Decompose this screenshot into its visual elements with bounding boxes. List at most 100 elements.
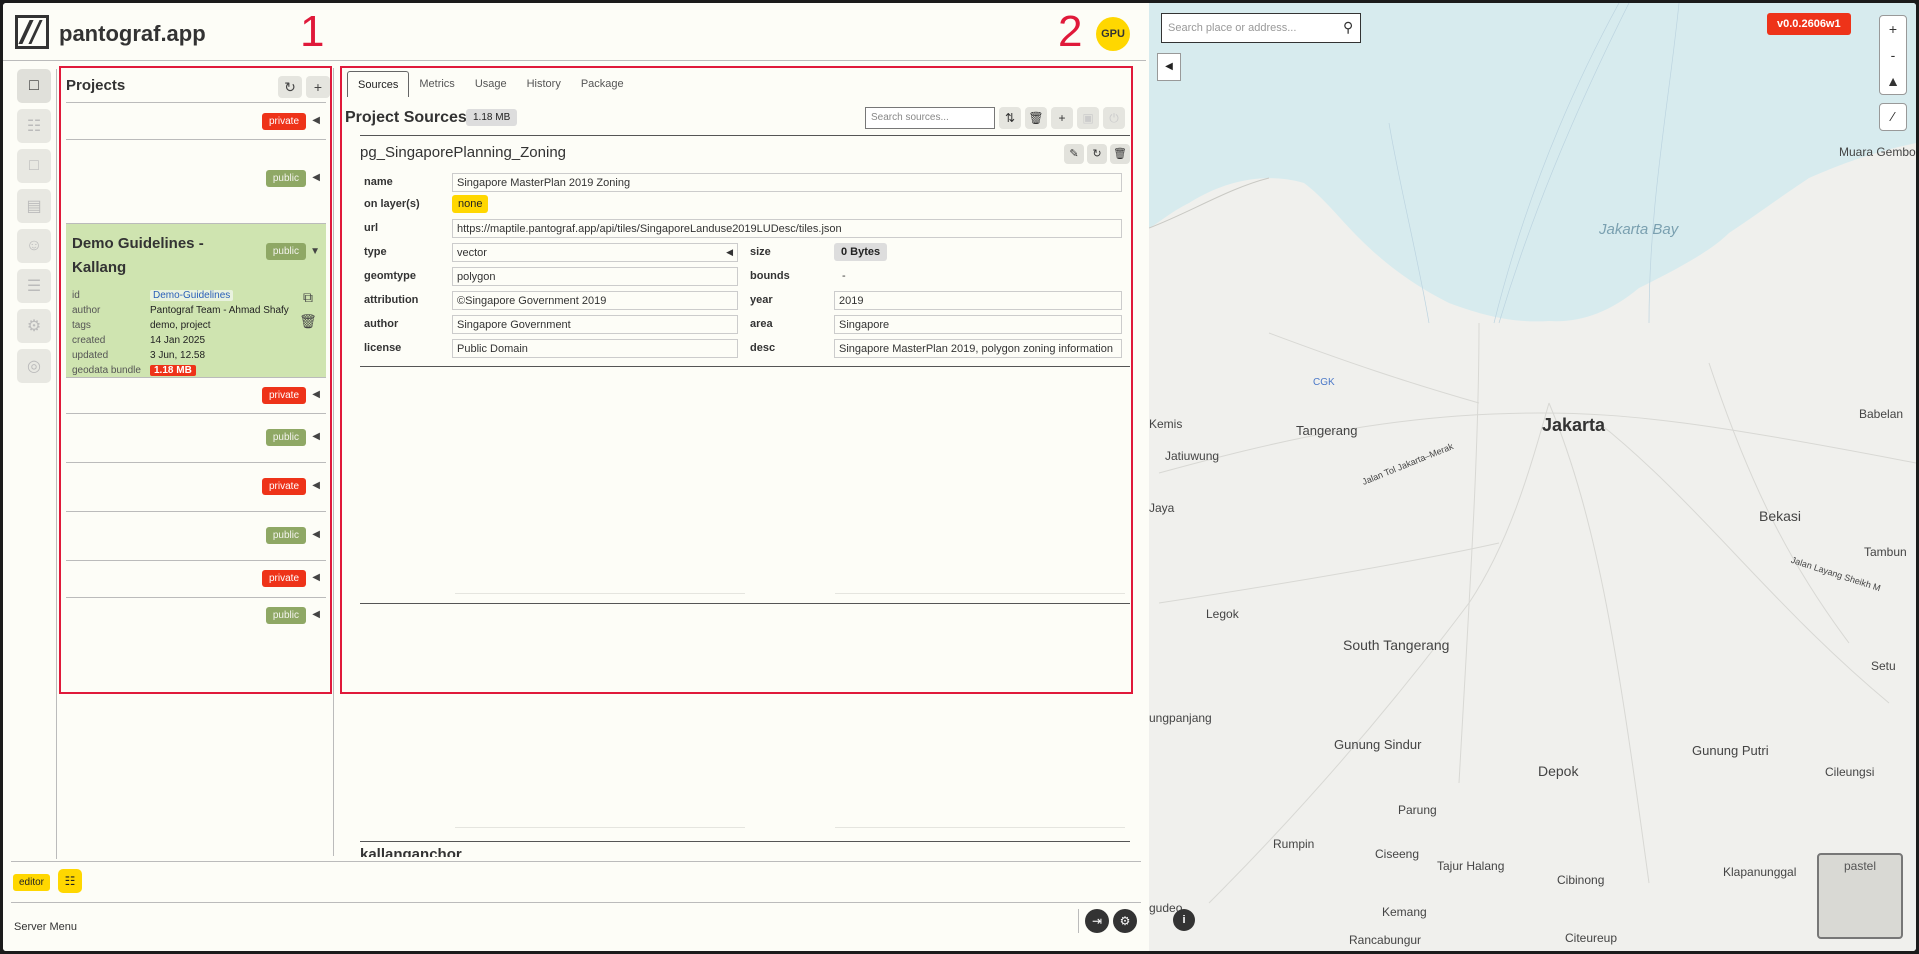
sort-icon[interactable]: ⇅ [999,107,1021,129]
search-sources-input[interactable]: Search sources... [865,107,995,129]
trash-icon[interactable]: 🗑 [1025,107,1047,129]
tab-usage[interactable]: Usage [465,71,517,97]
field-name[interactable]: Singapore MasterPlan 2019 Zoning [452,172,1122,192]
document-icon[interactable]: ☰ [17,269,51,303]
map-search-input[interactable]: Search place or address... [1161,13,1361,43]
ruler-icon[interactable]: ∕ [1879,103,1907,131]
disc-icon[interactable]: ◎ [17,349,51,383]
map-icon[interactable]: ▤ [17,189,51,223]
editor-badge[interactable]: editor [13,874,51,891]
compass-icon[interactable]: ▲ [1880,68,1906,94]
project-row[interactable]: private ◀ [66,377,326,413]
field-year[interactable]: 2019 [834,290,1122,310]
map-label: Kemang [1382,905,1427,919]
database-icon[interactable]: ☷ [17,109,51,143]
map-label: ungpanjang [1149,711,1212,725]
sources-panel: Sources Metrics Usage History Package Pr… [345,67,1133,857]
tab-history[interactable]: History [517,71,571,97]
source-card: pg_SingaporePlanning_Zoning ✎ ↻ 🗑 name S… [360,135,1130,367]
map-label: Cibinong [1557,873,1605,887]
tab-sources[interactable]: Sources [347,71,410,97]
visibility-badge: public [265,170,306,187]
field-area[interactable]: Singapore [834,314,1122,334]
gpu-badge[interactable]: GPU [1096,17,1130,51]
project-row-selected[interactable]: Demo Guidelines - Kallang public ▼ id Dem… [66,223,326,377]
caret-left-icon[interactable]: ◀ [312,529,320,540]
map-label: CGK [1313,377,1335,388]
footer-bar: editor ☷ [11,861,1141,903]
visibility-badge: public [265,429,306,446]
version-badge: v0.0.2606w1 [1767,13,1851,35]
power-icon[interactable]: ⏻ [1103,107,1125,129]
field-type[interactable]: vector ◀ [452,242,738,262]
map-label: Klapanunggal [1723,865,1797,879]
folder-icon[interactable]: □ [17,149,51,183]
user-icon[interactable]: ☺ [17,229,51,263]
field-geomtype[interactable]: polygon [452,266,738,286]
caret-left-icon[interactable]: ◀ [312,572,320,583]
database-icon[interactable]: ☷ [58,869,82,893]
project-row[interactable]: private ◀ [66,560,326,597]
tab-metrics[interactable]: Metrics [409,71,464,97]
edit-icon[interactable]: ✎ [1064,144,1084,164]
project-row[interactable]: public ◀ [66,597,326,633]
field-license[interactable]: Public Domain [452,338,738,358]
refresh-icon[interactable]: ↻ [278,76,302,98]
sources-title: Project Sources [345,109,467,126]
caret-down-icon[interactable]: ▼ [310,246,320,257]
map-label: Parung [1398,803,1437,817]
cube-icon[interactable]: □ [17,69,51,103]
visibility-badge: private [261,570,306,587]
add-icon[interactable]: + [1051,107,1073,129]
project-name: Demo Guidelines - Kallang [72,235,204,276]
caret-left-icon[interactable]: ◀ [312,172,320,183]
project-id[interactable]: Demo-Guidelines [150,290,234,301]
project-meta: id Demo-Guidelines author Pantograf Team -… [72,290,289,376]
gear-icon[interactable]: ⚙ [17,309,51,343]
sidebar: □ ☷ □ ▤ ☺ ☰ ⚙ ◎ [13,69,57,859]
zoom-in-button[interactable]: + [1880,16,1906,42]
source-name: kallanganchor [360,846,462,857]
project-row[interactable]: private ◀ [66,462,326,511]
map-label: Jatiuwung [1165,449,1220,463]
map-label: Rumpin [1273,837,1315,851]
collapse-panel-button[interactable]: ◀ [1157,53,1181,81]
save-icon[interactable]: ▣ [1077,107,1099,129]
trash-icon[interactable]: 🗑 [1110,144,1130,164]
project-row[interactable]: public ◀ [66,511,326,560]
server-menu[interactable]: Server Menu [14,921,77,933]
basemap-label: pastel [1843,859,1877,873]
caret-left-icon[interactable]: ◀ [312,431,320,442]
map-label: Cileungsi [1825,765,1875,779]
field-url[interactable]: https://maptile.pantograf.app/api/tiles/… [452,218,1122,238]
info-button[interactable]: i [1173,909,1195,931]
search-icon[interactable]: ⚲ [1343,19,1353,36]
copy-icon[interactable]: ⧉ [296,286,320,308]
map-canvas[interactable] [1149,3,1916,951]
add-project-icon[interactable]: + [306,76,330,98]
caret-left-icon[interactable]: ◀ [312,389,320,400]
visibility-badge: public [265,243,306,260]
trash-icon[interactable]: 🗑 [296,310,320,332]
zoom-control: + - ▲ [1879,15,1907,95]
tab-package[interactable]: Package [571,71,634,97]
project-row[interactable]: private ◀ [66,102,326,139]
map-label: Jakarta Bay [1599,221,1679,238]
basemap-switcher[interactable]: pastel [1817,853,1903,939]
field-author[interactable]: Singapore Government [452,314,738,334]
refresh-icon[interactable]: ↻ [1087,144,1107,164]
field-desc[interactable]: Singapore MasterPlan 2019, polygon zonin… [834,338,1122,358]
zoom-out-button[interactable]: - [1880,42,1906,68]
caret-left-icon[interactable]: ◀ [312,480,320,491]
layers-chip[interactable]: none [452,195,489,213]
visibility-badge: public [265,607,306,624]
caret-left-icon[interactable]: ◀ [312,609,320,620]
field-attribution[interactable]: ©Singapore Government 2019 [452,290,738,310]
caret-left-icon[interactable]: ◀ [312,115,320,126]
gear-icon[interactable]: ⚙ [1113,909,1137,933]
project-row[interactable]: public ◀ [66,413,326,462]
map-view[interactable]: Jakarta Bay Muara Gembong Jakarta Tanger… [1149,3,1916,951]
caret-left-icon: ◀ [726,246,733,257]
logout-icon[interactable]: ⇥ [1085,909,1109,933]
project-row[interactable]: public ◀ [66,139,326,223]
